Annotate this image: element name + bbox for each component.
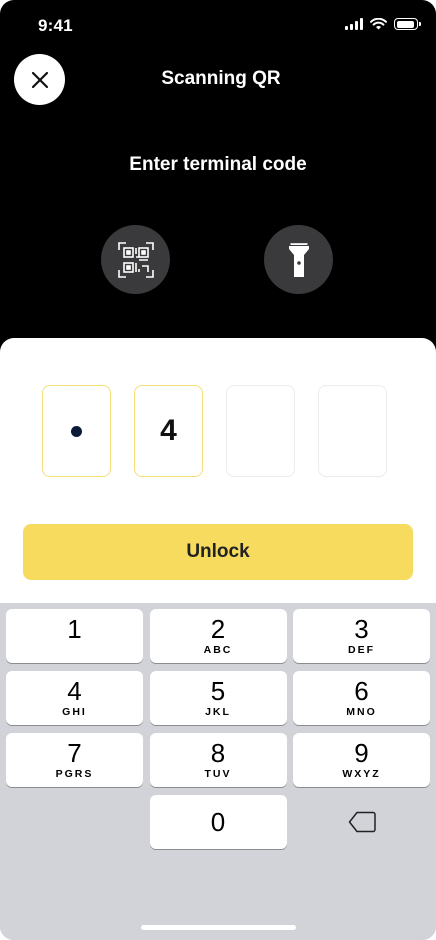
code-digit-box-4[interactable] — [318, 385, 387, 477]
key-5[interactable]: 5 JKL — [149, 671, 287, 725]
code-digit-box-1[interactable] — [42, 385, 111, 477]
code-digit-box-3[interactable] — [226, 385, 295, 477]
flashlight-button[interactable] — [264, 225, 333, 294]
qr-code-icon — [117, 241, 154, 278]
key-4[interactable]: 4 GHI — [6, 671, 143, 725]
key-3[interactable]: 3 DEF — [293, 609, 430, 663]
key-9[interactable]: 9 WXYZ — [293, 733, 430, 787]
status-bar: 9:41 — [0, 0, 436, 52]
home-indicator — [141, 925, 296, 930]
app-screen: 9:41 Scanning QR Enter terminal code 4 U… — [0, 0, 436, 940]
flashlight-icon — [288, 241, 309, 277]
battery-icon — [394, 18, 421, 30]
page-title: Scanning QR — [161, 68, 281, 89]
page-subtitle: Enter terminal code — [129, 154, 307, 175]
unlock-button[interactable]: Unlock — [23, 524, 413, 580]
key-2[interactable]: 2 ABC — [149, 609, 287, 663]
key-0[interactable]: 0 — [149, 795, 287, 849]
key-7[interactable]: 7 PGRS — [6, 733, 143, 787]
status-time: 9:41 — [38, 16, 73, 35]
wifi-icon — [370, 18, 387, 30]
keypad-empty-slot — [6, 795, 143, 849]
scan-qr-button[interactable] — [101, 225, 170, 294]
key-1[interactable]: 1 — [6, 609, 143, 663]
masked-digit-dot — [71, 425, 82, 437]
backspace-key[interactable] — [293, 795, 430, 849]
backspace-icon — [348, 811, 376, 833]
terminal-code-input[interactable]: 4 — [42, 385, 387, 477]
cellular-signal-icon — [345, 18, 363, 30]
key-6[interactable]: 6 MNO — [293, 671, 430, 725]
code-digit-box-2[interactable]: 4 — [134, 385, 203, 477]
key-8[interactable]: 8 TUV — [149, 733, 287, 787]
numeric-keypad: 1 2 ABC 3 DEF 4 GHI 5 JKL 6 MNO 7 PGRS 8 TUV 9W… — [0, 603, 436, 940]
status-icons — [345, 18, 421, 30]
